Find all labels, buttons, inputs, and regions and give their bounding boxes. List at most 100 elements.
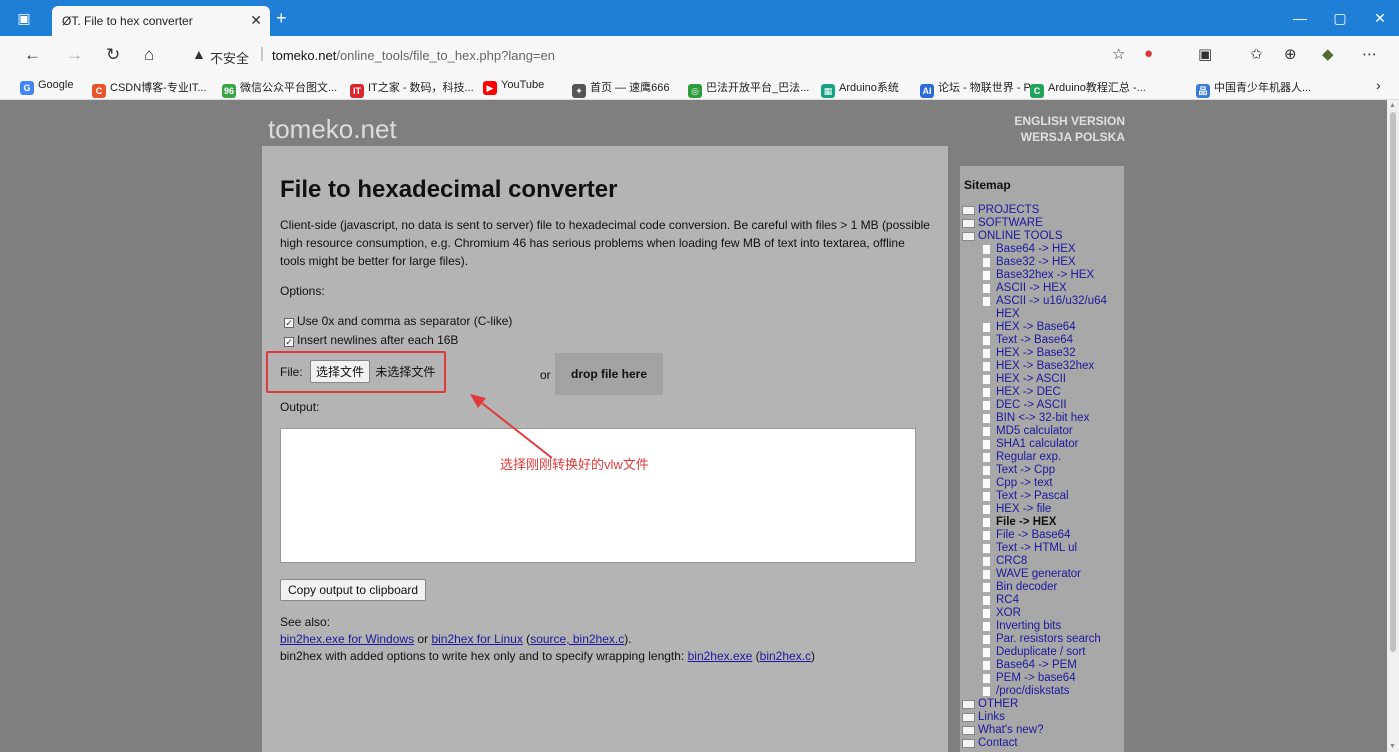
sitemap-item[interactable]: Text -> Pascal <box>960 490 1107 503</box>
sitemap-item[interactable]: WAVE generator <box>960 568 1107 581</box>
profile-avatar-icon[interactable]: ◆ <box>1322 45 1334 63</box>
bookmark-favicon-icon: AI <box>920 84 934 98</box>
drop-zone[interactable]: drop file here <box>555 353 663 395</box>
sitemap-item[interactable]: Text -> Base64 <box>960 334 1107 347</box>
scroll-down-icon[interactable]: ▼ <box>1389 743 1396 750</box>
sitemap-item[interactable]: Base32hex -> HEX <box>960 269 1107 282</box>
sitemap-item[interactable]: Text -> Cpp <box>960 464 1107 477</box>
sitemap-item[interactable]: Inverting bits <box>960 620 1107 633</box>
sitemap-item[interactable]: Cpp -> text <box>960 477 1107 490</box>
sitemap-item[interactable]: ASCII -> u16/u32/u64 <box>960 295 1107 308</box>
close-window-button[interactable]: ✕ <box>1370 8 1390 28</box>
checkbox-c-like[interactable]: ✓ <box>284 318 294 328</box>
sitemap-item[interactable]: PROJECTS <box>960 204 1107 217</box>
bookmarks-overflow-icon[interactable]: › <box>1376 77 1381 93</box>
address-bar[interactable]: ▲ 不安全 | tomeko.net/online_tools/file_to_… <box>176 41 1162 69</box>
sitemap-item[interactable]: SOFTWARE <box>960 217 1107 230</box>
extension-icon[interactable]: ▣ <box>1198 45 1212 63</box>
sitemap-item[interactable]: Text -> HTML ul <box>960 542 1107 555</box>
sitemap-item[interactable]: OTHER <box>960 698 1107 711</box>
back-icon[interactable]: ← <box>24 45 41 65</box>
bookmark-item[interactable]: ✦ 首页 — 速鹰666 <box>572 79 669 98</box>
sitemap-item[interactable]: HEX -> Base32hex <box>960 360 1107 373</box>
url-text[interactable]: tomeko.net/online_tools/file_to_hex.php?… <box>272 48 555 63</box>
checkbox-newlines[interactable]: ✓ <box>284 337 294 347</box>
sitemap-item[interactable]: HEX -> ASCII <box>960 373 1107 386</box>
output-textarea[interactable] <box>280 428 916 563</box>
sitemap-item[interactable]: ONLINE TOOLS <box>960 230 1107 243</box>
option-c-like[interactable]: ✓ Use 0x and comma as separator (C-like) <box>284 314 512 328</box>
sitemap-item[interactable]: PEM -> base64 <box>960 672 1107 685</box>
new-tab-button[interactable]: + <box>276 8 287 29</box>
bookmark-item[interactable]: G Google <box>20 79 73 95</box>
maximize-button[interactable]: ▢ <box>1330 8 1350 28</box>
home-icon[interactable]: ⌂ <box>144 45 154 65</box>
sitemap-item[interactable]: Base32 -> HEX <box>960 256 1107 269</box>
bin2hex-exe-link[interactable]: bin2hex.exe <box>688 649 753 663</box>
sitemap-item-label: Cpp -> text <box>996 477 1053 489</box>
favorites-icon[interactable]: ✩ <box>1250 45 1263 63</box>
browser-tab[interactable]: ØT. File to hex converter ✕ <box>52 6 270 36</box>
sitemap-item[interactable]: /proc/diskstats <box>960 685 1107 698</box>
sitemap-item[interactable]: ASCII -> HEX <box>960 282 1107 295</box>
copy-output-button[interactable]: Copy output to clipboard <box>280 579 427 601</box>
sitemap-item[interactable]: DEC -> ASCII <box>960 399 1107 412</box>
sitemap-item[interactable]: Par. resistors search <box>960 633 1107 646</box>
bookmark-item[interactable]: C Arduino教程汇总 -... <box>1030 79 1146 98</box>
english-version-link[interactable]: ENGLISH VERSION <box>1014 114 1125 128</box>
annotation-text: 选择刚刚转换好的vlw文件 <box>500 457 649 472</box>
bin2hex-c-link[interactable]: bin2hex.c <box>760 649 811 663</box>
sitemap-item[interactable]: HEX -> file <box>960 503 1107 516</box>
more-menu-icon[interactable]: ⋯ <box>1362 45 1377 63</box>
sitemap-item[interactable]: HEX -> DEC <box>960 386 1107 399</box>
sitemap-item[interactable]: Base64 -> HEX <box>960 243 1107 256</box>
forward-icon[interactable]: → <box>66 45 83 65</box>
sitemap-item[interactable]: BIN <-> 32-bit hex <box>960 412 1107 425</box>
warning-icon[interactable]: ▲ <box>192 46 206 62</box>
insecure-label[interactable]: 不安全 <box>210 48 249 67</box>
bookmark-item[interactable]: ◎ 巴法开放平台_巴法... <box>688 79 809 98</box>
bin2hex-windows-link[interactable]: bin2hex.exe for Windows <box>280 632 414 646</box>
refresh-icon[interactable]: ↻ <box>106 45 120 65</box>
sitemap-item[interactable]: File -> Base64 <box>960 529 1107 542</box>
polish-version-link[interactable]: WERSJA POLSKA <box>1021 130 1125 144</box>
sitemap-item[interactable]: MD5 calculator <box>960 425 1107 438</box>
favorite-star-icon[interactable]: ☆ <box>1112 45 1125 63</box>
sitemap-item[interactable]: Contact <box>960 737 1107 750</box>
sitemap-item[interactable]: XOR <box>960 607 1107 620</box>
sitemap-item[interactable]: Base64 -> PEM <box>960 659 1107 672</box>
sitemap-item[interactable]: SHA1 calculator <box>960 438 1107 451</box>
sitemap-item[interactable]: CRC8 <box>960 555 1107 568</box>
scrollbar-thumb[interactable] <box>1390 112 1396 652</box>
sitemap-item[interactable]: HEX -> Base64 <box>960 321 1107 334</box>
sitemap-item[interactable]: RC4 <box>960 594 1107 607</box>
minimize-button[interactable]: — <box>1290 8 1310 28</box>
sitemap-item[interactable]: File -> HEX <box>960 516 1107 529</box>
bin2hex-source-link[interactable]: source, bin2hex.c <box>530 632 624 646</box>
sitemap-item[interactable]: Links <box>960 711 1107 724</box>
bookmark-item[interactable]: IT IT之家 - 数码，科技... <box>350 79 474 98</box>
collections-icon[interactable]: ⊕ <box>1284 45 1297 63</box>
sitemap-item[interactable]: What's new? <box>960 724 1107 737</box>
bookmark-item[interactable]: AI 论坛 - 物联世界 - P... <box>920 79 1039 98</box>
page-icon <box>982 322 991 333</box>
bookmark-item[interactable]: ▦ Arduino系统 <box>821 79 899 98</box>
bookmark-item[interactable]: ▶ YouTube <box>483 79 544 95</box>
bookmark-favicon-icon: C <box>92 84 106 98</box>
page-scrollbar[interactable]: ▲ ▼ <box>1387 100 1399 752</box>
page-icon <box>982 660 991 671</box>
tab-actions-icon[interactable]: ▣ <box>14 8 34 28</box>
sitemap-item[interactable]: Deduplicate / sort <box>960 646 1107 659</box>
adblock-extension-icon[interactable]: ● <box>1144 45 1153 62</box>
sitemap-item[interactable]: Bin decoder <box>960 581 1107 594</box>
sitemap-item[interactable]: Regular exp. <box>960 451 1107 464</box>
scroll-up-icon[interactable]: ▲ <box>1389 102 1396 109</box>
bookmark-item[interactable]: C CSDN博客-专业IT... <box>92 79 207 98</box>
tab-close-icon[interactable]: ✕ <box>250 12 262 29</box>
bookmark-item[interactable]: 96 微信公众平台图文... <box>222 79 337 98</box>
bookmark-item[interactable]: 品中国青少年机器人... <box>1196 79 1311 98</box>
bin2hex-linux-link[interactable]: bin2hex for Linux <box>431 632 522 646</box>
site-logo[interactable]: tomeko.net <box>268 114 397 145</box>
sitemap-item[interactable]: HEX -> Base32 <box>960 347 1107 360</box>
option-newlines[interactable]: ✓ Insert newlines after each 16B <box>284 333 458 347</box>
